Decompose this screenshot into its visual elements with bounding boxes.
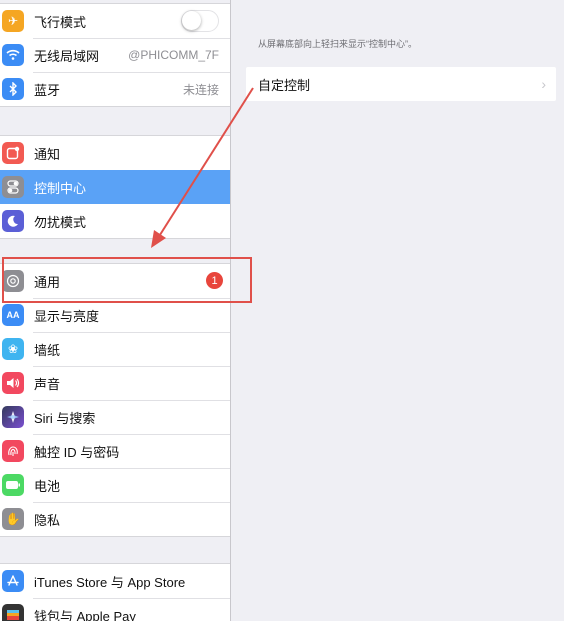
- sidebar-item-wallet[interactable]: 钱包与 Apple Pay: [0, 598, 230, 621]
- airplane-icon: ✈: [2, 10, 24, 32]
- sidebar-item-wifi[interactable]: 无线局域网 @PHICOMM_7F: [0, 38, 230, 72]
- hand-icon: ✋: [2, 508, 24, 530]
- sidebar-item-notifications[interactable]: 通知: [0, 136, 230, 170]
- bluetooth-status-value: 未连接: [182, 82, 219, 97]
- sidebar-item-siri-search[interactable]: Siri 与搜索: [0, 400, 230, 434]
- control-center-icon: [2, 176, 24, 198]
- sidebar-group-general: 通用 1 AA 显示与亮度 ❀ 墙纸 声音 Siri 与搜索 触控 ID 与密码…: [0, 263, 230, 537]
- sidebar-item-label: 电池: [34, 478, 61, 494]
- sidebar-item-control-center[interactable]: 控制中心: [0, 170, 230, 204]
- wallpaper-icon: ❀: [2, 338, 24, 360]
- customize-controls-label: 自定控制: [258, 77, 311, 93]
- sidebar-item-sounds[interactable]: 声音: [0, 366, 230, 400]
- wifi-network-value: @PHICOMM_7F: [128, 48, 219, 62]
- control-center-detail-pane: 从屏幕底部向上轻扫来显示“控制中心”。 自定控制 ›: [232, 0, 564, 621]
- sidebar-item-label: Siri 与搜索: [34, 410, 96, 426]
- highlight-box: [2, 257, 252, 303]
- battery-icon: [2, 474, 24, 496]
- sidebar-item-label: 控制中心: [34, 180, 87, 196]
- fingerprint-icon: [2, 440, 24, 462]
- sidebar-item-label: 钱包与 Apple Pay: [34, 608, 136, 621]
- sidebar-group-connectivity: ✈ 飞行模式 无线局域网 @PHICOMM_7F 蓝牙 未连接: [0, 3, 230, 107]
- control-center-hint: 从屏幕底部向上轻扫来显示“控制中心”。: [258, 39, 417, 49]
- sidebar-item-label: 勿扰模式: [34, 214, 87, 230]
- airplane-mode-toggle[interactable]: [181, 10, 219, 32]
- wifi-icon: [2, 44, 24, 66]
- sidebar-item-battery[interactable]: 电池: [0, 468, 230, 502]
- sidebar-item-label: iTunes Store 与 App Store: [34, 574, 186, 590]
- bluetooth-icon: [2, 78, 24, 100]
- speaker-icon: [2, 372, 24, 394]
- sidebar-item-wallpaper[interactable]: ❀ 墙纸: [0, 332, 230, 366]
- sidebar-item-display-brightness[interactable]: AA 显示与亮度: [0, 298, 230, 332]
- sidebar-item-label: 墙纸: [34, 342, 61, 358]
- display-brightness-icon: AA: [2, 304, 24, 326]
- sidebar-item-label: 飞行模式: [34, 14, 87, 30]
- app-store-icon: [2, 570, 24, 592]
- sidebar-item-label: 通知: [34, 146, 61, 162]
- sidebar-item-do-not-disturb[interactable]: 勿扰模式: [0, 204, 230, 238]
- siri-icon: [2, 406, 24, 428]
- sidebar-group-notifications: 通知 控制中心 勿扰模式: [0, 135, 230, 239]
- sidebar-item-label: 声音: [34, 376, 61, 392]
- sidebar-item-airplane-mode[interactable]: ✈ 飞行模式: [0, 4, 230, 38]
- notifications-icon: [2, 142, 24, 164]
- moon-icon: [2, 210, 24, 232]
- sidebar-item-label: 显示与亮度: [34, 308, 100, 324]
- sidebar-item-label: 隐私: [34, 512, 61, 528]
- customize-controls-row[interactable]: 自定控制 ›: [246, 67, 556, 101]
- sidebar-item-label: 触控 ID 与密码: [34, 444, 120, 460]
- sidebar-item-itunes-app-store[interactable]: iTunes Store 与 App Store: [0, 564, 230, 598]
- settings-sidebar: ✈ 飞行模式 无线局域网 @PHICOMM_7F 蓝牙 未连接 通知 控制中心 …: [0, 0, 231, 621]
- chevron-right-icon: ›: [541, 76, 546, 92]
- sidebar-item-label: 蓝牙: [34, 82, 61, 98]
- sidebar-group-stores: iTunes Store 与 App Store 钱包与 Apple Pay: [0, 563, 230, 621]
- sidebar-item-privacy[interactable]: ✋ 隐私: [0, 502, 230, 536]
- wallet-icon: [2, 604, 24, 621]
- sidebar-item-label: 无线局域网: [34, 48, 100, 64]
- sidebar-item-touch-id[interactable]: 触控 ID 与密码: [0, 434, 230, 468]
- sidebar-item-bluetooth[interactable]: 蓝牙 未连接: [0, 72, 230, 106]
